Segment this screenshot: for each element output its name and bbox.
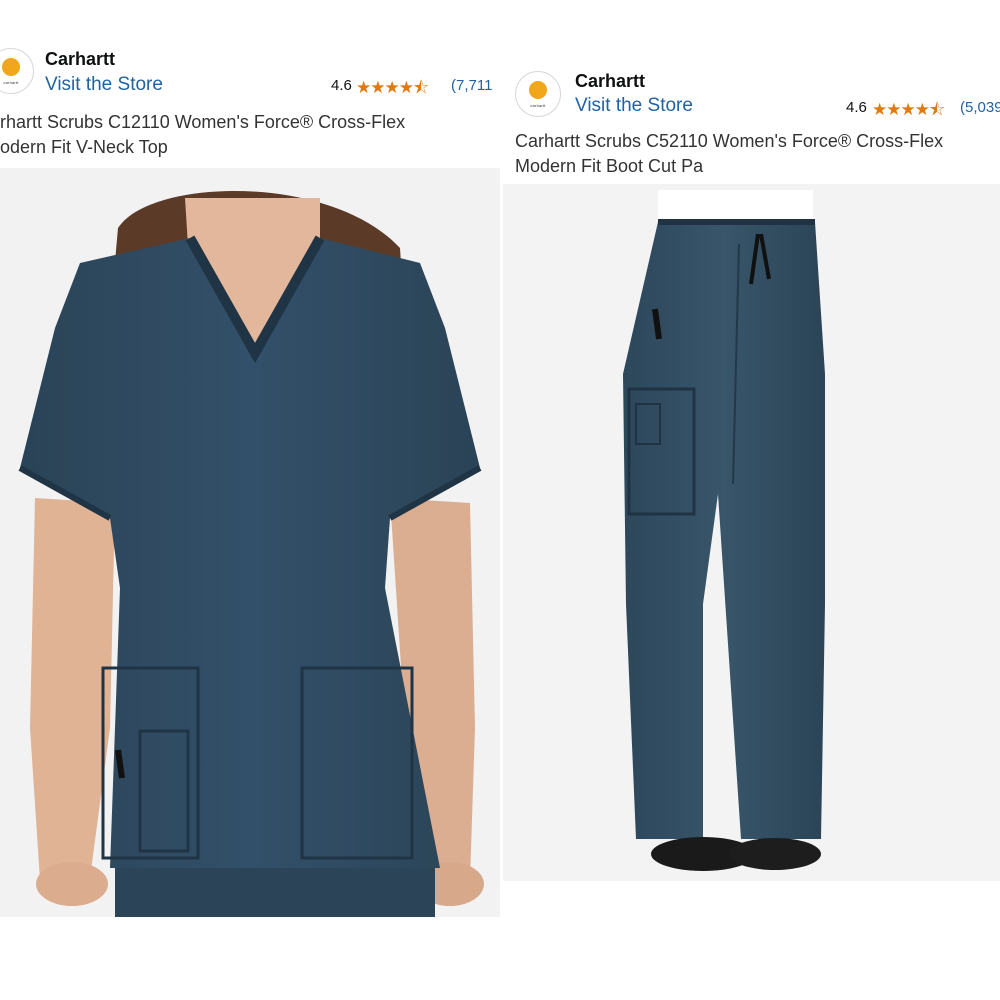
product-title-line-2[interactable]: odern Fit V-Neck Top: [0, 135, 168, 160]
visit-store-link[interactable]: Visit the Store: [45, 74, 163, 96]
carhartt-logo[interactable]: carhartt: [0, 48, 34, 94]
review-count-link[interactable]: (5,039: [960, 99, 1000, 116]
visit-store-link[interactable]: Visit the Store: [575, 95, 693, 117]
product-image-top[interactable]: [0, 168, 500, 917]
logo-sun-icon: [529, 81, 547, 99]
brand-name: Carhartt: [575, 71, 646, 91]
carhartt-logo[interactable]: carhartt: [515, 71, 561, 117]
product-title-line-1[interactable]: rhartt Scrubs C12110 Women's Force® Cros…: [0, 110, 405, 135]
product-title-line-1[interactable]: Carhartt Scrubs C52110 Women's Force® Cr…: [515, 129, 943, 154]
rating-value: 4.6: [846, 99, 867, 116]
logo-sun-icon: [2, 58, 20, 76]
scrub-pants-illustration: [503, 184, 1000, 881]
brand-name: Carhartt: [45, 49, 116, 69]
rating-value: 4.6: [331, 77, 352, 94]
scrub-top-illustration: [0, 168, 500, 917]
logo-wordmark: carhartt: [3, 80, 19, 85]
review-count-link[interactable]: (7,711: [451, 77, 492, 94]
product-card-top: carhartt Carhartt Visit the Store 4.6 ★★…: [0, 42, 500, 917]
product-image-pants[interactable]: [503, 184, 1000, 881]
star-rating-icon[interactable]: ★★★★⯪: [872, 97, 945, 126]
star-rating-icon[interactable]: ★★★★⯪: [356, 75, 429, 104]
product-title-line-2[interactable]: Modern Fit Boot Cut Pa: [515, 154, 703, 179]
product-card-pants: carhartt Carhartt Visit the Store 4.6 ★★…: [503, 66, 1000, 881]
logo-wordmark: carhartt: [530, 103, 546, 108]
